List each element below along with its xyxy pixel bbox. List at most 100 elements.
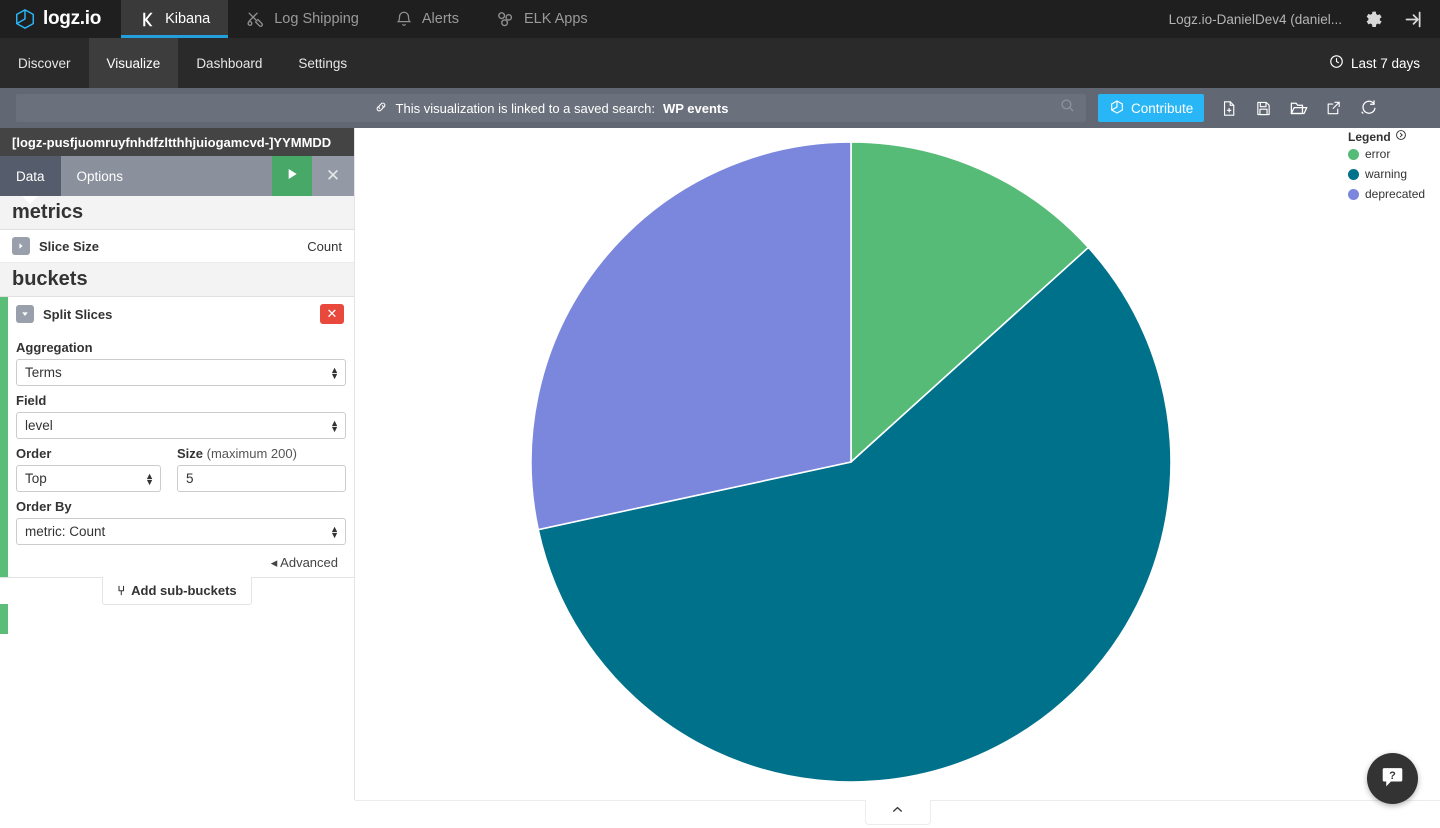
split-icon: ⑂ <box>117 583 126 598</box>
search-icon[interactable] <box>1059 97 1076 119</box>
legend-item-warning[interactable]: warning <box>1342 164 1434 184</box>
aggregation-label: Aggregation <box>16 340 93 355</box>
saved-search-name: WP events <box>662 100 729 116</box>
logzio-cube-icon <box>1109 99 1125 118</box>
field-select-wrap: level ▲ ▼ <box>16 412 346 439</box>
size-column: Size (maximum 200) <box>177 439 346 492</box>
chevron-right-circle-icon[interactable] <box>1395 129 1407 144</box>
delete-icon[interactable]: ✕ <box>320 304 344 324</box>
top-navigation-bar: logz.io Kibana Log Shipping Alerts ELK A… <box>0 0 1440 38</box>
sidebar-footer <box>0 800 355 828</box>
visualize-page: logz.io Kibana Log Shipping Alerts ELK A… <box>0 0 1440 828</box>
collapse-panel-button[interactable] <box>864 800 931 825</box>
new-visualization-icon[interactable] <box>1221 98 1238 119</box>
editor-tab-options[interactable]: Options <box>61 156 140 196</box>
chevron-down-icon[interactable] <box>16 305 34 323</box>
nav-tab-label: Alerts <box>421 11 459 27</box>
pie-chart[interactable] <box>355 128 1440 800</box>
discard-changes-button[interactable]: ✕ <box>312 156 354 196</box>
field-select[interactable]: level <box>16 412 346 439</box>
nav-tab-elk-apps[interactable]: ELK Apps <box>477 0 606 38</box>
kibana-icon <box>139 11 156 28</box>
legend-item-deprecated[interactable]: deprecated <box>1342 184 1434 204</box>
chevron-right-icon[interactable] <box>12 237 30 255</box>
help-icon: ? <box>1380 764 1405 794</box>
bottom-bar <box>355 800 1440 828</box>
link-icon <box>374 100 388 117</box>
aggregation-select[interactable]: Terms <box>16 359 346 386</box>
logout-icon[interactable] <box>1403 9 1424 30</box>
logzio-brand[interactable]: logz.io <box>0 0 121 38</box>
order-by-label: Order By <box>16 499 72 514</box>
open-icon[interactable] <box>1289 98 1308 118</box>
editor-tab-data[interactable]: Data <box>0 156 61 204</box>
bucket-color-stripe-stub <box>0 604 8 634</box>
chevron-up-icon <box>889 803 906 821</box>
legend-item-error[interactable]: error <box>1342 144 1434 164</box>
legend-color-swatch <box>1348 148 1359 160</box>
apply-changes-button[interactable] <box>272 156 312 196</box>
bucket-header[interactable]: Split Slices ✕ <box>8 297 354 331</box>
search-input[interactable]: This visualization is linked to a saved … <box>16 94 1086 122</box>
bell-icon <box>395 10 413 28</box>
time-picker[interactable]: Last 7 days <box>1329 38 1440 88</box>
order-select-wrap: Top ▲ ▼ <box>16 465 161 492</box>
metrics-heading: metrics <box>0 196 354 230</box>
sub-tab-dashboard[interactable]: Dashboard <box>178 38 280 88</box>
visualization-editor-sidebar: [logz-pusfjuomruyfnhdfzltthhjuiogamcvd-]… <box>0 128 355 828</box>
size-input[interactable] <box>177 465 346 492</box>
sub-tab-discover[interactable]: Discover <box>0 38 89 88</box>
svg-text:?: ? <box>1389 770 1396 782</box>
share-icon[interactable] <box>1325 98 1342 118</box>
legend-color-swatch <box>1348 188 1359 200</box>
account-name[interactable]: Logz.io-DanielDev4 (daniel... <box>1169 12 1342 27</box>
nav-tab-alerts[interactable]: Alerts <box>377 0 477 38</box>
sub-tab-settings[interactable]: Settings <box>280 38 365 88</box>
advanced-toggle[interactable]: ◂ Advanced <box>16 545 346 577</box>
legend-title[interactable]: Legend <box>1342 129 1434 144</box>
nav-tab-label: ELK Apps <box>523 11 588 27</box>
size-label: Size (maximum 200) <box>177 446 346 461</box>
metric-slice-size-row[interactable]: Slice Size Count <box>0 230 354 263</box>
order-select[interactable]: Top <box>16 465 161 492</box>
order-label: Order <box>16 446 52 461</box>
clock-icon <box>1329 54 1344 72</box>
save-icon[interactable] <box>1255 98 1272 119</box>
nav-tab-log-shipping[interactable]: Log Shipping <box>228 0 377 38</box>
brand-label: logz.io <box>43 8 102 29</box>
buckets-heading: buckets <box>0 263 354 297</box>
visualization-toolbar <box>1221 98 1377 119</box>
nav-tab-kibana[interactable]: Kibana <box>121 0 229 38</box>
contribute-button[interactable]: Contribute <box>1098 94 1205 122</box>
sub-navigation-bar: Discover Visualize Dashboard Settings La… <box>0 38 1440 88</box>
advanced-label: Advanced <box>280 555 338 570</box>
help-button[interactable]: ? <box>1367 753 1418 804</box>
linked-message-text: This visualization is linked to a saved … <box>395 100 655 116</box>
contribute-label: Contribute <box>1131 100 1194 116</box>
bucket-color-stripe <box>0 297 8 577</box>
chart-legend: Legend error warning deprecated <box>1342 129 1434 204</box>
chevron-left-icon: ◂ <box>270 555 278 570</box>
legend-color-swatch <box>1348 168 1359 180</box>
logzio-logo-icon <box>14 8 36 30</box>
apps-icon <box>495 9 515 29</box>
order-by-select-wrap: metric: Count ▲ ▼ <box>16 518 346 545</box>
metric-slice-size-label: Slice Size <box>39 238 99 254</box>
legend-title-label: Legend <box>1348 129 1391 144</box>
bucket-form: Aggregation Terms ▲ ▼ Field level ▲ ▼ Or… <box>8 331 354 577</box>
editor-tab-bar: Data Options ✕ <box>0 156 354 204</box>
add-subbuckets-bar: ⑂ Add sub-buckets <box>0 577 354 605</box>
aggregation-select-wrap: Terms ▲ ▼ <box>16 359 346 386</box>
sub-tab-visualize[interactable]: Visualize <box>88 38 179 88</box>
bucket-split-slices-panel: Split Slices ✕ Aggregation Terms ▲ ▼ Fiel… <box>0 297 354 577</box>
tools-icon <box>246 10 265 29</box>
legend-item-label: error <box>1365 147 1391 161</box>
nav-tab-label: Log Shipping <box>274 11 359 27</box>
gear-icon[interactable] <box>1362 9 1383 30</box>
order-by-select[interactable]: metric: Count <box>16 518 346 545</box>
size-hint: (maximum 200) <box>206 446 297 461</box>
pie-slice-deprecated[interactable] <box>530 141 852 531</box>
linked-saved-search-message: This visualization is linked to a saved … <box>374 100 729 117</box>
add-subbuckets-button[interactable]: ⑂ Add sub-buckets <box>102 577 252 605</box>
refresh-icon[interactable] <box>1359 98 1377 118</box>
